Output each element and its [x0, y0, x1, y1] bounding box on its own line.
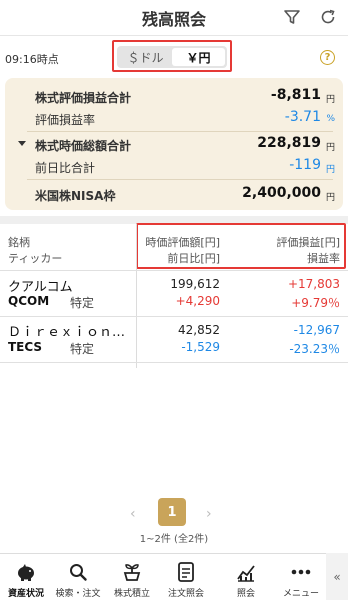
chart-icon	[234, 560, 258, 584]
tab-inquiry[interactable]: 照会	[220, 554, 272, 600]
search-icon	[66, 560, 90, 584]
market-value: 42,852	[178, 323, 220, 337]
tab-label: 照会	[236, 589, 255, 599]
summary-market-value-total[interactable]: 株式時価総額合計 228,819 円	[5, 134, 343, 156]
tab-menu[interactable]: メニュー	[275, 554, 327, 600]
summary-label: 株式評価損益合計	[35, 91, 132, 105]
column-header-market-value: 時価評価額[円]	[145, 236, 220, 249]
header-bar: 残高照会	[0, 0, 348, 36]
summary-divider	[27, 179, 333, 180]
pl-rate: -23.23％	[289, 342, 340, 356]
piggy-bank-icon	[14, 560, 38, 584]
order-list-icon	[174, 560, 198, 584]
as-of-time: 09:16時点	[5, 53, 59, 66]
market-value: 199,612	[170, 277, 220, 291]
summary-label: 前日比合計	[35, 161, 96, 175]
result-count: 1~2件 (全2件)	[139, 534, 209, 545]
bottom-tab-bar: 資産状況 検索・注文 株式積立 注文照会 照会 メニュー	[0, 553, 348, 600]
filter-icon[interactable]	[281, 6, 303, 28]
summary-value: 228,819	[257, 135, 321, 151]
summary-label: 米国株NISA枠	[35, 189, 116, 203]
summary-value: -8,811	[270, 87, 321, 103]
summary-value: -119	[289, 157, 321, 173]
tab-label: メニュー	[282, 589, 319, 599]
column-divider	[136, 224, 137, 368]
summary-nisa-quota: 米国株NISA枠 2,400,000 円	[5, 184, 343, 206]
tab-label: 注文照会	[167, 589, 204, 599]
column-header-name: 銘柄	[8, 236, 30, 249]
currency-toggle[interactable]: ＄ドル ￥円	[117, 46, 227, 68]
summary-day-change-total: 前日比合計 -119 円	[5, 156, 343, 178]
day-change: -1,529	[181, 340, 220, 354]
tab-search-order[interactable]: 検索・注文	[52, 554, 104, 600]
column-header-day-change: 前日比[円]	[167, 252, 220, 265]
stock-name[interactable]: Ｄｉｒｅｘｉｏｎ…	[8, 321, 125, 340]
row-divider	[0, 362, 348, 363]
tab-label: 検索・注文	[55, 589, 101, 599]
help-icon[interactable]: ?	[320, 50, 335, 65]
summary-unit: 円	[325, 95, 335, 105]
stock-ticker: QCOM	[8, 294, 50, 308]
summary-divider	[27, 131, 333, 132]
currency-yen-button[interactable]: ￥円	[172, 48, 225, 66]
summary-unrealized-rate: 評価損益率 -3.71 %	[5, 108, 343, 130]
summary-unit: 円	[325, 143, 335, 153]
pagination: ‹ 1 ›	[0, 498, 348, 528]
chevron-left-icon[interactable]: ‹	[130, 506, 136, 522]
summary-value: 2,400,000	[242, 185, 321, 201]
more-icon	[289, 560, 313, 584]
stock-ticker: TECS	[8, 340, 43, 354]
summary-label: 株式時価総額合計	[35, 139, 132, 153]
day-change: +4,290	[175, 294, 220, 308]
summary-unit: 円	[325, 165, 335, 175]
tab-stock-savings[interactable]: 株式積立	[106, 554, 158, 600]
seedling-icon	[120, 560, 144, 584]
summary-unrealized-total: 株式評価損益合計 -8,811 円	[5, 86, 343, 108]
pl-rate: +9.79％	[291, 296, 340, 310]
column-header-pl-rate: 損益率	[307, 252, 340, 265]
refresh-icon[interactable]	[317, 6, 339, 28]
unrealized-pl: +17,803	[287, 277, 340, 291]
summary-value: -3.71	[284, 109, 321, 125]
account-type: 特定	[70, 296, 95, 310]
summary-unit: 円	[325, 193, 335, 203]
currency-dollar-button[interactable]: ＄ドル	[119, 48, 172, 66]
caret-down-icon[interactable]	[18, 141, 26, 146]
column-header-pl: 評価損益[円]	[276, 236, 340, 249]
account-type: 特定	[70, 342, 95, 356]
tab-order-inquiry[interactable]: 注文照会	[160, 554, 212, 600]
row-divider	[0, 316, 348, 317]
tab-assets[interactable]: 資産状況	[0, 554, 52, 600]
stock-name[interactable]: クアルコム	[8, 276, 73, 295]
tab-label: 資産状況	[7, 589, 44, 599]
chevron-right-icon[interactable]: ›	[206, 506, 212, 522]
unrealized-pl: -12,967	[293, 323, 340, 337]
summary-card: 株式評価損益合計 -8,811 円 評価損益率 -3.71 % 株式時価総額合計…	[5, 78, 343, 210]
column-header-ticker: ティッカー	[8, 252, 63, 265]
collapse-tabbar-icon[interactable]: «	[326, 553, 348, 600]
page-number-button[interactable]: 1	[158, 498, 186, 526]
summary-unit: %	[326, 114, 335, 124]
row-divider	[0, 270, 348, 271]
tab-label: 株式積立	[113, 589, 150, 599]
summary-label: 評価損益率	[35, 113, 96, 127]
